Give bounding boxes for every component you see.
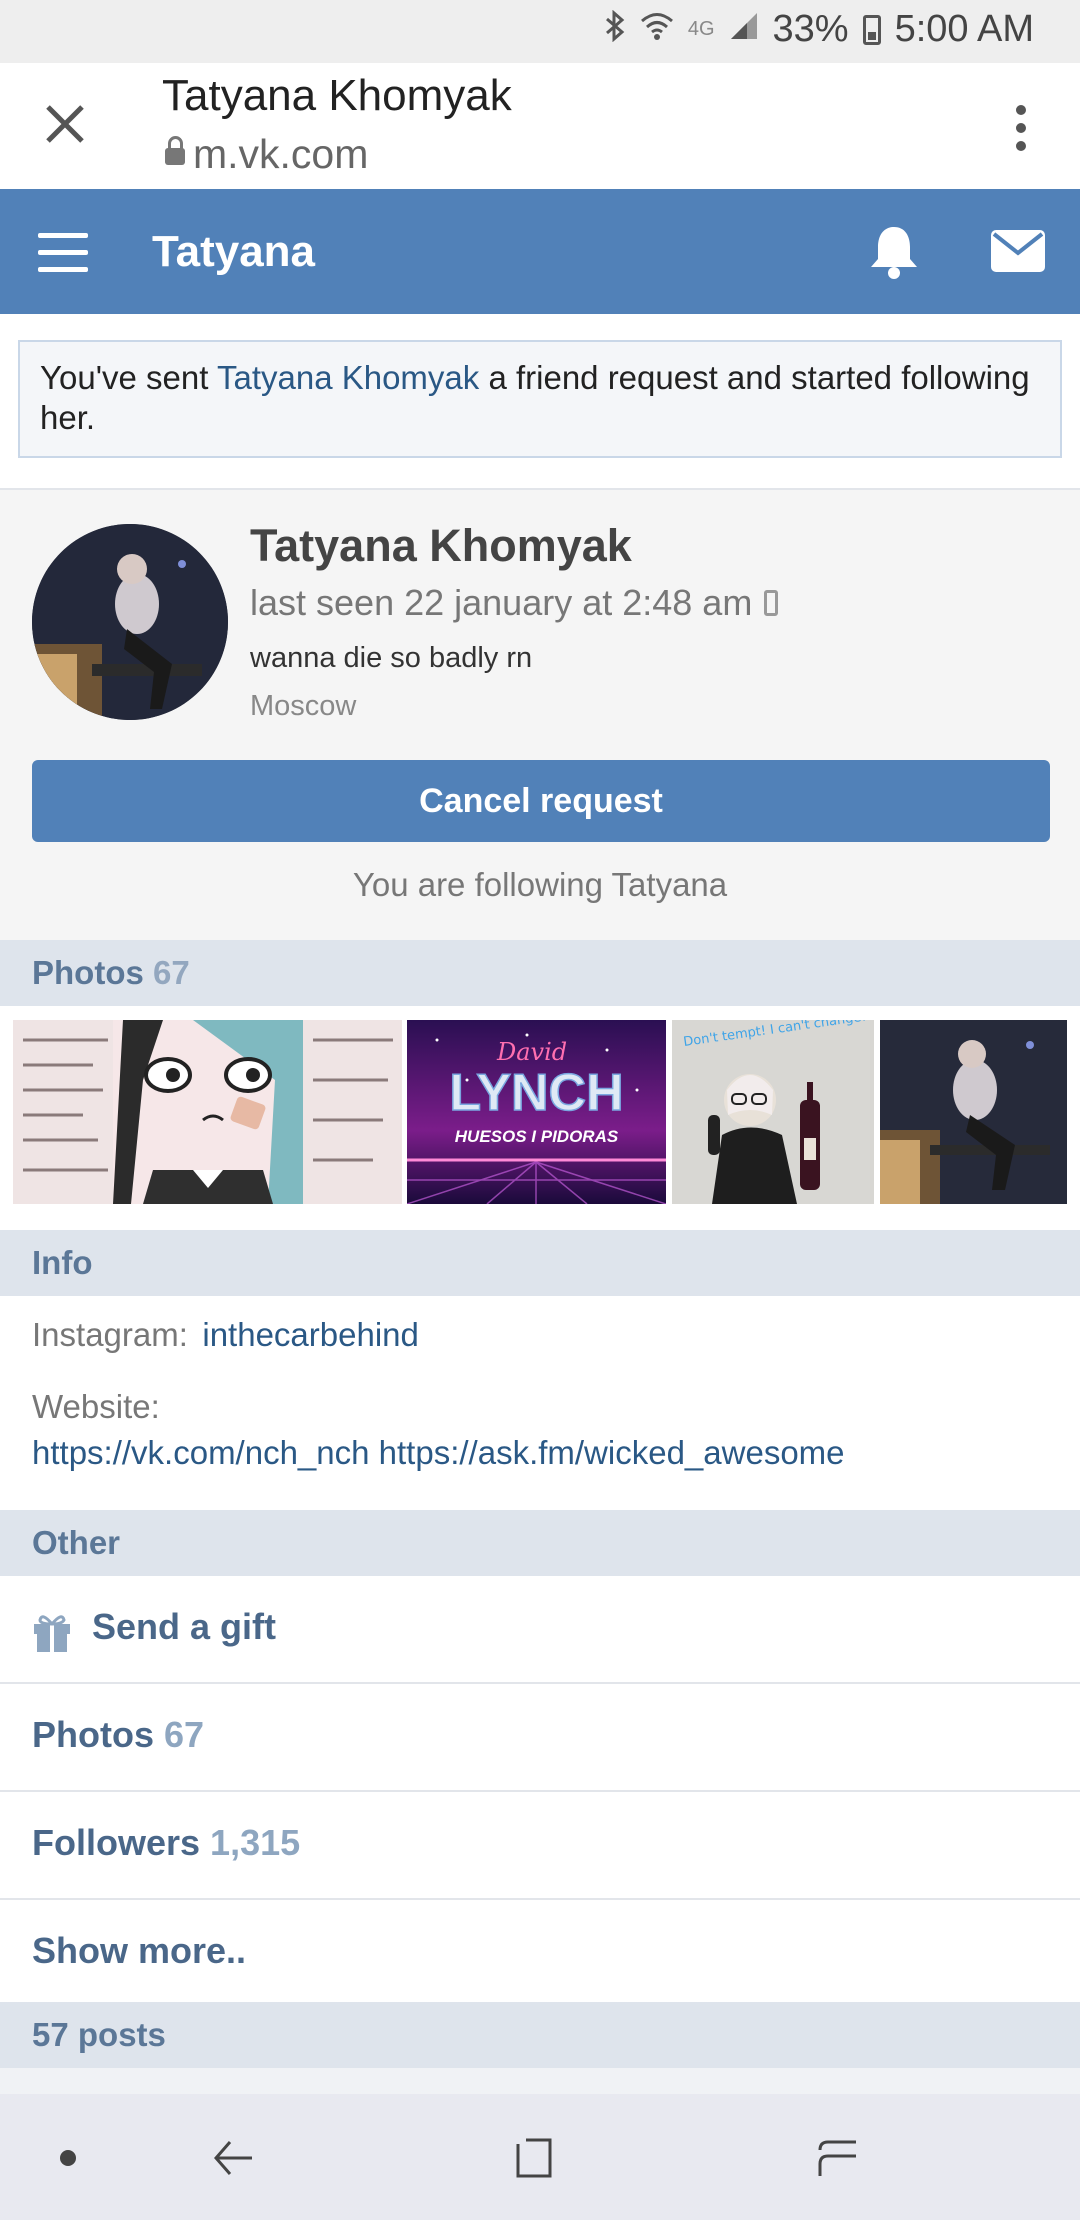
lynch-script-text: David xyxy=(496,1038,567,1066)
info-section-header: Info xyxy=(0,1230,1080,1296)
bluetooth-icon xyxy=(604,9,626,50)
browser-toolbar: Tatyana Khomyak m.vk.com xyxy=(0,63,1080,189)
instagram-label: Instagram: xyxy=(32,1316,188,1353)
website-links[interactable]: https://vk.com/nch_nch https://ask.fm/wi… xyxy=(32,1434,845,1472)
photo-thumb-3[interactable]: Don't tempt! I can't change! xyxy=(672,1020,874,1204)
nav-dot-icon[interactable] xyxy=(60,2150,76,2166)
avatar[interactable] xyxy=(32,524,228,720)
network-type-label: 4G xyxy=(687,18,715,40)
notifications-bell-icon[interactable] xyxy=(866,223,922,281)
photo-thumb-1[interactable] xyxy=(13,1020,402,1204)
posts-section-header[interactable]: 57 posts xyxy=(0,2002,1080,2068)
photos-row-label: Photos xyxy=(32,1714,154,1755)
profile-status: wanna die so badly rn xyxy=(250,642,533,674)
following-status: You are following Tatyana xyxy=(352,866,728,903)
photos-strip: David LYNCH HUESOS I PIDORAS Don't tempt… xyxy=(0,1006,1080,1230)
browser-url: m.vk.com xyxy=(165,131,368,178)
followers-row[interactable]: Followers 1,315 xyxy=(0,1792,1080,1900)
lynch-subtitle-text: HUESOS I PIDORAS xyxy=(455,1127,619,1146)
signal-icon xyxy=(729,11,759,49)
photo-thumb-4[interactable] xyxy=(880,1020,1067,1204)
messages-envelope-icon[interactable] xyxy=(990,229,1046,273)
browser-page-title: Tatyana Khomyak xyxy=(162,71,512,120)
show-more-row[interactable]: Show more.. xyxy=(0,1900,1080,2006)
photos-row-count: 67 xyxy=(164,1714,205,1755)
profile-city: Moscow xyxy=(250,690,357,722)
posts-section-label: 57 posts xyxy=(32,2016,166,2053)
browser-url-text: m.vk.com xyxy=(193,131,369,177)
mobile-phone-icon xyxy=(764,590,779,616)
instagram-link[interactable]: inthecarbehind xyxy=(202,1316,419,1353)
gift-icon xyxy=(32,1610,72,1654)
info-box: Instagram: inthecarbehind Website: https… xyxy=(0,1296,1080,1510)
app-header: Tatyana xyxy=(0,189,1080,314)
photos-section-count: 67 xyxy=(153,954,190,991)
recent-apps-icon[interactable] xyxy=(816,2136,860,2185)
header-title: Tatyana xyxy=(152,227,316,276)
followers-row-count: 1,315 xyxy=(210,1822,301,1863)
photos-section-header[interactable]: Photos 67 xyxy=(0,940,1080,1006)
profile-card: Tatyana Khomyak last seen 22 january at … xyxy=(0,488,1080,942)
friend-request-notice: You've sent Tatyana Khomyak a friend req… xyxy=(18,340,1062,458)
cancel-request-button[interactable]: Cancel request xyxy=(32,760,1050,842)
battery-icon xyxy=(862,14,881,45)
overflow-menu-icon[interactable] xyxy=(1016,105,1028,159)
photo-thumb-2[interactable]: David LYNCH HUESOS I PIDORAS xyxy=(407,1020,666,1204)
status-bar: 4G 33% 5:00 AM xyxy=(0,0,1080,63)
info-section-label: Info xyxy=(32,1244,93,1281)
followers-row-label: Followers xyxy=(32,1822,201,1863)
notice-prefix: You've sent xyxy=(40,359,217,396)
menu-icon[interactable] xyxy=(38,233,88,284)
other-section-label: Other xyxy=(32,1524,121,1561)
notice-name-link[interactable]: Tatyana Khomyak xyxy=(217,359,479,396)
profile-name: Tatyana Khomyak xyxy=(250,520,632,571)
photos-section-label: Photos xyxy=(32,954,144,991)
battery-percent: 33% xyxy=(772,8,849,50)
wifi-icon xyxy=(640,11,674,49)
photos-row[interactable]: Photos 67 xyxy=(0,1684,1080,1792)
notice-wrapper: You've sent Tatyana Khomyak a friend req… xyxy=(0,314,1080,488)
close-icon[interactable] xyxy=(42,101,88,147)
show-more-label: Show more.. xyxy=(32,1930,247,1971)
system-navigation-bar xyxy=(0,2094,1080,2220)
clock: 5:00 AM xyxy=(894,8,1034,50)
posts-section-gap xyxy=(0,2068,1080,2094)
back-icon[interactable] xyxy=(212,2136,256,2185)
other-section-header: Other xyxy=(0,1510,1080,1576)
lock-icon xyxy=(165,136,185,165)
last-seen-text: last seen 22 january at 2:48 am xyxy=(250,582,753,623)
home-icon[interactable] xyxy=(514,2136,558,2185)
lynch-title-text: LYNCH xyxy=(449,1064,623,1122)
last-seen: last seen 22 january at 2:48 am xyxy=(250,582,779,624)
send-gift-label: Send a gift xyxy=(92,1606,277,1647)
website-label: Website: xyxy=(32,1388,160,1425)
send-gift-row[interactable]: Send a gift xyxy=(0,1576,1080,1684)
